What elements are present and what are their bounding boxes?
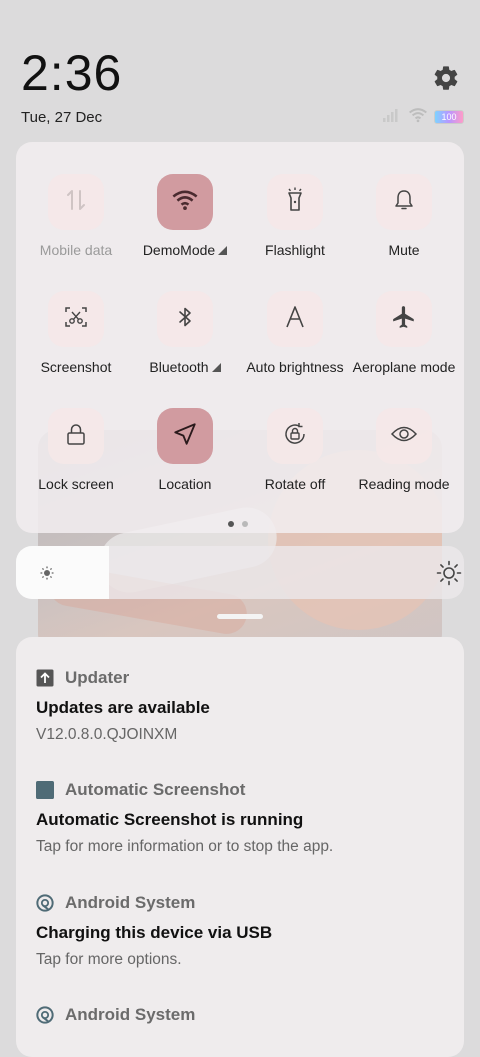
tile-button[interactable] — [48, 174, 104, 230]
tile-button[interactable] — [48, 408, 104, 464]
tile-demomode[interactable]: DemoMode — [130, 174, 240, 258]
tile-label: Location — [158, 476, 212, 492]
tile-mobile-data[interactable]: Mobile data — [21, 174, 131, 258]
rotate-lock-icon — [282, 421, 308, 452]
clock[interactable]: 2:36 — [21, 44, 122, 102]
page-dot[interactable] — [242, 521, 248, 527]
brightness-low-icon — [38, 564, 56, 582]
tile-button[interactable] — [376, 291, 432, 347]
notification-text: Tap for more information or to stop the … — [36, 838, 334, 855]
update-arrow-icon — [36, 669, 54, 687]
tile-button[interactable] — [48, 291, 104, 347]
tile-rotate-off[interactable]: Rotate off — [240, 408, 350, 492]
tile-auto-brightness[interactable]: Auto brightness — [240, 291, 350, 375]
signal-icon — [382, 108, 402, 127]
tile-button[interactable] — [267, 408, 323, 464]
notification-app-name: Android System — [65, 1005, 196, 1024]
screenshot-icon — [63, 304, 89, 335]
drag-handle[interactable] — [217, 614, 263, 619]
brightness-fill[interactable] — [16, 546, 109, 599]
android-system-icon — [36, 1006, 54, 1024]
settings-gear-icon[interactable] — [432, 64, 460, 92]
date[interactable]: Tue, 27 Dec — [21, 109, 102, 126]
bluetooth-icon — [175, 304, 195, 335]
tile-mute[interactable]: Mute — [349, 174, 459, 258]
mobile-data-icon — [64, 187, 88, 218]
tile-label: Aeroplane mode — [352, 359, 456, 375]
android-system-icon — [36, 894, 54, 912]
flashlight-icon — [284, 187, 306, 218]
bell-icon — [393, 188, 415, 217]
notification-app-name: Android System — [65, 893, 196, 912]
notification-item[interactable]: Updater Updates are available V12.0.8.0.… — [36, 667, 456, 744]
tile-location[interactable]: Location — [130, 408, 240, 492]
notification-item[interactable]: Android System — [36, 1004, 456, 1026]
tile-lock-screen[interactable]: Lock screen — [21, 408, 131, 492]
tile-label: Flashlight — [265, 242, 325, 258]
tile-button[interactable] — [376, 174, 432, 230]
tile-screenshot[interactable]: Screenshot — [21, 291, 131, 375]
page-indicator[interactable] — [228, 521, 248, 527]
notification-title: Charging this device via USB — [36, 923, 273, 942]
expand-caret-icon[interactable] — [211, 363, 221, 372]
tile-label: Mute — [388, 242, 420, 258]
eye-icon — [390, 424, 418, 449]
notification-title: Automatic Screenshot is running — [36, 810, 304, 829]
tile-label: Auto brightness — [246, 359, 344, 375]
notification-panel: Updater Updates are available V12.0.8.0.… — [16, 637, 464, 1057]
tile-button[interactable] — [376, 408, 432, 464]
notification-title: Updates are available — [36, 698, 210, 717]
notification-app-name: Automatic Screenshot — [65, 780, 246, 799]
tile-label: Lock screen — [38, 476, 114, 492]
wifi-icon — [171, 189, 199, 216]
tile-bluetooth[interactable]: Bluetooth — [130, 291, 240, 375]
location-icon — [172, 421, 198, 452]
battery-icon: 100 — [434, 110, 464, 124]
system-status-icons: 100 — [382, 107, 464, 128]
tile-label: Screenshot — [40, 359, 112, 375]
tile-reading-mode[interactable]: Reading mode — [349, 408, 459, 492]
page-dot-active[interactable] — [228, 521, 234, 527]
notification-text: V12.0.8.0.QJOINXM — [36, 726, 178, 743]
notification-item[interactable]: Android System Charging this device via … — [36, 892, 456, 969]
tile-flashlight[interactable]: Flashlight — [240, 174, 350, 258]
tile-label: Rotate off — [264, 476, 326, 492]
quick-settings-panel: Mobile data DemoMode Flashlight Mute Scr… — [16, 142, 464, 533]
notification-item[interactable]: Automatic Screenshot Automatic Screensho… — [36, 779, 456, 856]
status-area: 2:36 Tue, 27 Dec 100 — [0, 0, 480, 140]
lock-icon — [65, 422, 87, 451]
tile-aeroplane-mode[interactable]: Aeroplane mode — [349, 291, 459, 375]
tile-label: DemoMode — [130, 242, 240, 258]
tile-label: Mobile data — [39, 242, 113, 258]
brightness-slider[interactable] — [16, 546, 464, 599]
tile-button[interactable] — [157, 291, 213, 347]
wifi-icon — [408, 107, 428, 128]
tile-label: Bluetooth — [130, 359, 240, 375]
tile-button[interactable] — [267, 174, 323, 230]
notification-text: Tap for more options. — [36, 951, 182, 968]
airplane-icon — [391, 304, 417, 335]
screenshot-app-icon — [36, 781, 54, 799]
tile-button[interactable] — [267, 291, 323, 347]
auto-brightness-icon — [284, 304, 306, 335]
tile-label: Reading mode — [358, 476, 450, 492]
expand-caret-icon[interactable] — [218, 246, 228, 255]
notification-app-name: Updater — [65, 668, 130, 687]
tile-button[interactable] — [157, 174, 213, 230]
tile-button[interactable] — [157, 408, 213, 464]
brightness-high-icon — [436, 560, 462, 586]
